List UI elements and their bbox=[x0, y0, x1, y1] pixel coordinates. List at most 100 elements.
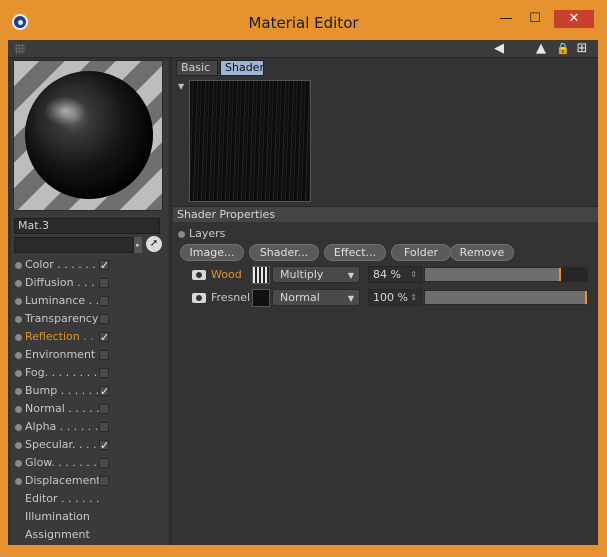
channel-item[interactable]: Fog. . . . . . . . bbox=[11, 364, 168, 382]
channel-label[interactable]: Bump . . . . . . bbox=[25, 382, 99, 400]
panel-divider[interactable] bbox=[170, 58, 172, 545]
spinner-icon[interactable]: ⇕ bbox=[410, 267, 417, 282]
channel-label[interactable]: Specular. . . . bbox=[25, 436, 97, 454]
slider-knob[interactable] bbox=[559, 268, 562, 281]
channel-item[interactable]: Alpha . . . . . . bbox=[11, 418, 168, 436]
channel-item[interactable]: Environment bbox=[11, 346, 168, 364]
channel-checkbox[interactable]: ✓ bbox=[99, 386, 109, 397]
channel-label[interactable]: Editor . . . . . . bbox=[25, 490, 100, 508]
arrow-left-icon[interactable]: ◀ bbox=[490, 41, 508, 57]
eye-icon[interactable] bbox=[192, 270, 206, 280]
channel-dot-icon bbox=[15, 460, 22, 467]
grip-icon[interactable] bbox=[15, 44, 25, 54]
shader-properties-header: Shader Properties bbox=[173, 206, 598, 222]
opacity-slider[interactable] bbox=[424, 267, 588, 282]
opacity-value: 84 % bbox=[373, 268, 401, 281]
channel-checkbox[interactable] bbox=[99, 350, 109, 360]
channel-checkbox[interactable] bbox=[99, 476, 109, 486]
wood-thumbnail[interactable] bbox=[252, 266, 270, 284]
new-window-icon[interactable]: ⊞ bbox=[574, 41, 590, 57]
channel-label[interactable]: Illumination bbox=[25, 508, 90, 526]
lock-icon[interactable]: 🔒 bbox=[556, 41, 570, 57]
close-button[interactable]: ✕ bbox=[554, 10, 594, 28]
channel-list: Color . . . . . . ✓ Diffusion . . . Luminan… bbox=[11, 256, 168, 544]
channel-label[interactable]: Transparency bbox=[25, 310, 98, 328]
picker-icon[interactable]: ➚ bbox=[146, 236, 162, 252]
channel-label[interactable]: Assignment bbox=[25, 526, 90, 544]
channel-checkbox[interactable] bbox=[99, 368, 109, 378]
channel-checkbox[interactable] bbox=[99, 314, 109, 324]
channel-item[interactable]: Illumination bbox=[11, 508, 168, 526]
opacity-field[interactable]: 100 % ⇕ bbox=[368, 289, 422, 306]
channel-dot-icon bbox=[15, 388, 22, 395]
collapse-triangle-icon[interactable]: ▼ bbox=[178, 82, 184, 91]
channel-checkbox[interactable]: ✓ bbox=[99, 332, 109, 343]
material-name-field[interactable]: Mat.3 bbox=[14, 218, 160, 234]
fresnel-thumbnail[interactable] bbox=[252, 289, 270, 307]
chevron-down-icon: ▼ bbox=[347, 294, 354, 303]
channel-item[interactable]: Assignment bbox=[11, 526, 168, 544]
arrow-up-icon[interactable]: ▲ bbox=[533, 41, 549, 57]
editor-toolbar: ◀ ▲ 🔒 ⊞ bbox=[8, 40, 598, 58]
channel-label[interactable]: Environment bbox=[25, 346, 95, 364]
channel-item[interactable]: Editor . . . . . . bbox=[11, 490, 168, 508]
channel-label[interactable]: Displacement bbox=[25, 472, 101, 490]
minimize-button[interactable]: — bbox=[495, 10, 517, 28]
opacity-slider[interactable] bbox=[424, 290, 588, 305]
channel-checkbox[interactable] bbox=[99, 404, 109, 414]
channel-item[interactable]: Reflection . . ✓ bbox=[11, 328, 168, 346]
channel-label[interactable]: Diffusion . . . bbox=[25, 274, 95, 292]
channel-checkbox[interactable] bbox=[99, 422, 109, 432]
blend-mode-dropdown[interactable]: Normal ▼ bbox=[272, 289, 360, 306]
maximize-button[interactable]: ☐ bbox=[524, 10, 546, 28]
material-path-field[interactable] bbox=[14, 237, 134, 253]
channel-dot-icon bbox=[15, 298, 22, 305]
channel-label[interactable]: Reflection . . bbox=[25, 328, 94, 346]
blend-mode-value: Multiply bbox=[280, 268, 324, 281]
layer-row-fresnel[interactable]: Fresnel Normal ▼ 100 % ⇕ bbox=[188, 289, 593, 307]
channel-item[interactable]: Luminance . . bbox=[11, 292, 168, 310]
channel-label[interactable]: Glow. . . . . . . bbox=[25, 454, 97, 472]
channel-item[interactable]: Transparency bbox=[11, 310, 168, 328]
channel-item[interactable]: Glow. . . . . . . bbox=[11, 454, 168, 472]
layer-row-wood[interactable]: Wood Multiply ▼ 84 % ⇕ bbox=[188, 266, 593, 284]
channel-item[interactable]: Color . . . . . . ✓ bbox=[11, 256, 168, 274]
chevron-down-icon: ▼ bbox=[347, 271, 354, 280]
channel-dot-icon bbox=[15, 478, 22, 485]
channel-dot-icon bbox=[15, 334, 22, 341]
channel-label[interactable]: Color . . . . . . bbox=[25, 256, 96, 274]
shader-button[interactable]: Shader... bbox=[249, 244, 319, 261]
image-button[interactable]: Image... bbox=[180, 244, 244, 261]
tab-shader[interactable]: Shader bbox=[220, 60, 264, 76]
layer-name[interactable]: Wood bbox=[211, 268, 242, 281]
editor-client-area: ◀ ▲ 🔒 ⊞ Mat.3 ▸ ➚ Color . . . . . . ✓ Diff… bbox=[8, 40, 598, 545]
channel-item[interactable]: Bump . . . . . . ✓ bbox=[11, 382, 168, 400]
channel-item[interactable]: Normal . . . . . bbox=[11, 400, 168, 418]
effect-button[interactable]: Effect... bbox=[324, 244, 386, 261]
channel-label[interactable]: Luminance . . bbox=[25, 292, 99, 310]
folder-button[interactable]: Folder bbox=[391, 244, 451, 261]
blend-mode-dropdown[interactable]: Multiply ▼ bbox=[272, 266, 360, 283]
channel-item[interactable]: Displacement bbox=[11, 472, 168, 490]
channel-checkbox[interactable] bbox=[99, 278, 109, 288]
spinner-icon[interactable]: ⇕ bbox=[410, 290, 417, 305]
remove-button[interactable]: Remove bbox=[450, 244, 514, 261]
material-preview[interactable] bbox=[13, 60, 163, 211]
channel-label[interactable]: Fog. . . . . . . . bbox=[25, 364, 97, 382]
title-bar[interactable]: Material Editor — ☐ ✕ bbox=[0, 0, 607, 40]
eye-icon[interactable] bbox=[192, 293, 206, 303]
channel-checkbox[interactable]: ✓ bbox=[99, 260, 109, 271]
channel-item[interactable]: Diffusion . . . bbox=[11, 274, 168, 292]
channel-item[interactable]: Specular. . . . ✓ bbox=[11, 436, 168, 454]
path-expand-button[interactable]: ▸ bbox=[134, 237, 142, 253]
channel-label[interactable]: Alpha . . . . . . bbox=[25, 418, 98, 436]
tab-basic[interactable]: Basic bbox=[176, 60, 218, 76]
channel-checkbox[interactable] bbox=[99, 458, 109, 468]
layer-name[interactable]: Fresnel bbox=[211, 291, 250, 304]
layers-dot-icon[interactable] bbox=[178, 231, 185, 238]
opacity-field[interactable]: 84 % ⇕ bbox=[368, 266, 422, 283]
channel-checkbox[interactable] bbox=[99, 296, 109, 306]
channel-checkbox[interactable]: ✓ bbox=[99, 440, 109, 451]
channel-label[interactable]: Normal . . . . . bbox=[25, 400, 100, 418]
slider-knob[interactable] bbox=[585, 291, 587, 304]
